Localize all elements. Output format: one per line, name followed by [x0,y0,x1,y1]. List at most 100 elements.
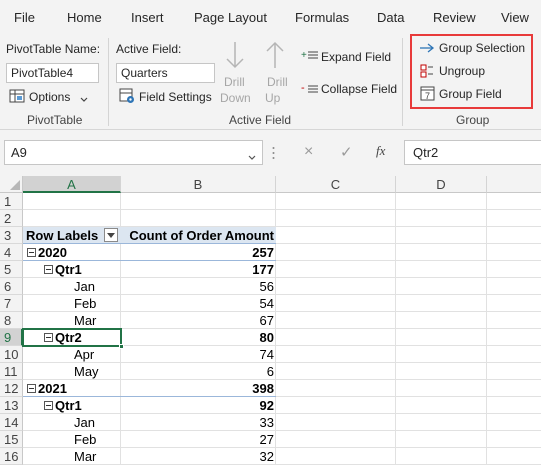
drill-down-icon[interactable] [225,40,245,73]
menu-review[interactable]: Review [433,10,476,25]
ungroup-button[interactable]: Ungroup [439,64,485,78]
options-icon [9,88,25,107]
pivot-row-value: 27 [259,432,274,447]
drill-up-line1: Drill [267,75,288,89]
ribbon-separator [108,38,109,126]
row-header[interactable]: 2 [0,210,23,227]
collapse-toggle-icon[interactable] [27,248,36,258]
row-header[interactable]: 3 [0,227,23,244]
expand-field-button[interactable]: Expand Field [321,50,391,64]
pivot-row-label-text: Jan [74,279,95,294]
row-header[interactable]: 15 [0,431,23,448]
formula-bar-grip[interactable] [272,144,275,162]
row-header[interactable]: 14 [0,414,23,431]
arrow-right-icon [419,42,435,57]
group-field-icon: 7 [420,86,435,104]
field-settings-button[interactable]: Field Settings [139,90,212,104]
gridline-vertical [486,193,487,465]
pivot-values-header: Count of Order Amount [129,228,274,243]
pivottable-name-input[interactable]: PivotTable4 [6,63,99,83]
row-header[interactable]: 12 [0,380,23,397]
group-selection-button[interactable]: Group Selection [439,41,525,55]
row-header[interactable]: 1 [0,193,23,210]
menu-home[interactable]: Home [67,10,102,25]
row-header[interactable]: 4 [0,244,23,261]
pivot-row-label-text: Apr [74,347,95,362]
drill-up-line2: Up [265,91,281,105]
row-header[interactable]: 7 [0,295,23,312]
pivot-row-value: 32 [259,449,274,464]
pivot-month-label: May [74,363,120,380]
active-cell-selection [22,328,124,349]
row-header[interactable]: 8 [0,312,23,329]
menu-formulas[interactable]: Formulas [295,10,349,25]
pivot-month-label: Apr [74,346,120,363]
row-header[interactable]: 10 [0,346,23,363]
group-group-label: Group [456,113,490,127]
row-header[interactable]: 13 [0,397,23,414]
row-header[interactable]: 5 [0,261,23,278]
fill-handle[interactable] [119,344,124,349]
ribbon-separator [402,38,403,126]
column-header-a[interactable]: A [23,176,121,193]
pivot-row-label-text: Mar [74,313,97,328]
row-header[interactable]: 16 [0,448,23,465]
drill-down-line2: Down [220,91,251,105]
menu-page-layout[interactable]: Page Layout [194,10,267,25]
active-field-label: Active Field: [116,42,182,56]
ungroup-icon [420,64,434,81]
pivot-row-label-text: 2021 [38,381,67,396]
pivottable-group-label: PivotTable [27,113,83,127]
chevron-down-icon[interactable] [248,150,256,164]
name-box[interactable]: A9 [4,140,263,165]
pivot-row-value: 177 [252,262,274,277]
column-header-d[interactable]: D [396,176,487,193]
pivot-row-label-text: Qtr1 [55,262,82,277]
menu-file[interactable]: File [14,10,35,25]
group-field-button[interactable]: Group Field [439,87,502,101]
row-header[interactable]: 6 [0,278,23,295]
pivot-row-labels-header: Row Labels [26,228,99,243]
pivot-year-label: 2020 [27,244,120,261]
row-header[interactable]: 11 [0,363,23,380]
cancel-icon[interactable]: × [304,143,313,161]
pivot-month-label: Feb [74,431,120,448]
pivot-row-value: 33 [259,415,274,430]
column-header-e[interactable] [487,176,541,193]
select-all-corner[interactable] [0,176,23,193]
insert-function-icon[interactable]: fx [376,143,385,159]
collapse-field-button[interactable]: Collapse Field [321,82,397,96]
enter-icon[interactable]: ✓ [340,143,353,161]
formula-input[interactable]: Qtr2 [404,140,541,165]
pivot-month-label: Mar [74,312,120,329]
menu-bar: File Home Insert Page Layout Formulas Da… [0,0,541,34]
menu-insert[interactable]: Insert [131,10,164,25]
ribbon: PivotTable Name: PivotTable4 Options Piv… [0,34,541,130]
pivot-month-label: Mar [74,448,120,465]
menu-data[interactable]: Data [377,10,404,25]
pivot-row-value: 54 [259,296,274,311]
drill-up-icon[interactable] [265,40,285,73]
svg-text:+: + [301,50,307,61]
collapse-toggle-icon[interactable] [27,384,36,394]
column-header-c[interactable]: C [276,176,396,193]
filter-dropdown-button[interactable] [104,228,118,242]
pivot-row-value: 56 [259,279,274,294]
row-header[interactable]: 9 [0,329,23,346]
pivot-row-label-text: Feb [74,296,97,311]
active-field-input[interactable]: Quarters [116,63,215,83]
menu-view[interactable]: View [501,10,529,25]
pivot-row-label-text: Feb [74,432,97,447]
pivot-row-value: 6 [266,364,274,379]
column-header-b[interactable]: B [121,176,276,193]
pivot-row-value: 92 [259,398,274,413]
svg-text:7: 7 [425,91,430,101]
collapse-field-icon: - [301,82,319,98]
collapse-toggle-icon[interactable] [44,265,53,275]
pivot-row-value: 80 [259,330,274,345]
options-button[interactable]: Options [29,90,70,104]
svg-text:-: - [301,83,305,94]
chevron-down-icon[interactable] [80,92,88,106]
expand-field-icon: + [301,49,319,64]
collapse-toggle-icon[interactable] [44,401,53,411]
